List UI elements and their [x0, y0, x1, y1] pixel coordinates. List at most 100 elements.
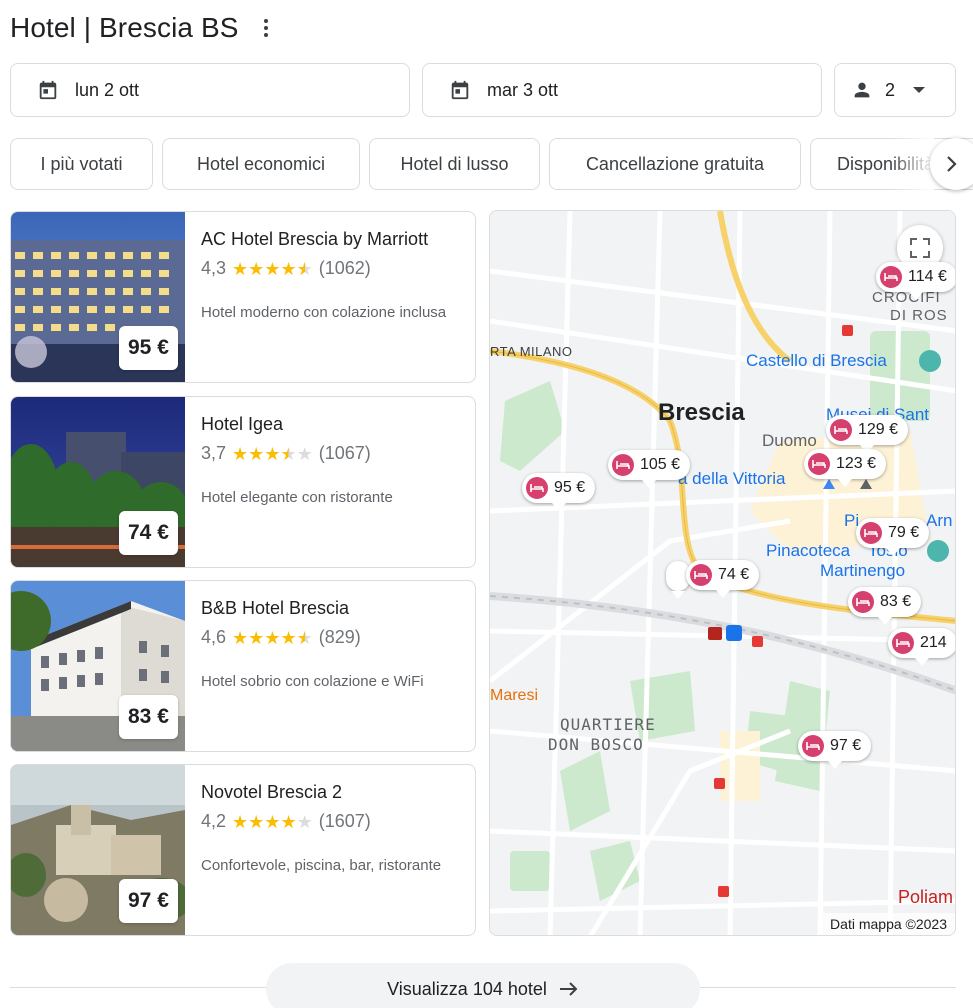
- star-full-icon: ★: [248, 443, 265, 464]
- map-price-pin[interactable]: 129 €: [826, 415, 909, 453]
- star-full-icon: ★: [280, 811, 297, 832]
- star-rating: ★ ★ ★ ★ ★: [232, 813, 313, 831]
- hotel-description: Hotel elegante con ristorante: [201, 489, 393, 506]
- rating-value: 4,6: [201, 627, 227, 647]
- calendar-icon: [39, 80, 57, 100]
- map[interactable]: RTA MILANO Castello di Brescia Brescia M…: [489, 210, 956, 936]
- star-full-icon: ★: [248, 811, 265, 832]
- page-title: Hotel | Brescia BS: [10, 12, 239, 43]
- star-empty-icon: ★: [296, 443, 313, 464]
- filter-chips: I più votati Hotel economici Hotel di lu…: [10, 138, 973, 190]
- bed-icon: [526, 477, 548, 499]
- map-price-pin[interactable]: 95 €: [522, 473, 596, 511]
- view-all-label: Visualizza 104 hotel: [387, 978, 547, 999]
- hotel-photo: 97 €: [11, 765, 185, 935]
- star-full-icon: ★: [248, 627, 265, 648]
- checkin-date-value: lun 2 ott: [75, 79, 140, 100]
- bed-icon: [892, 632, 914, 654]
- arrow-right-icon: [559, 982, 578, 996]
- map-price-pin[interactable]: 123 €: [804, 449, 887, 487]
- chevron-right-icon[interactable]: [930, 138, 973, 190]
- star-full-icon: ★: [264, 443, 281, 464]
- bed-icon: [612, 454, 634, 476]
- review-count: (1062): [318, 258, 371, 278]
- star-full-icon: ★: [232, 627, 249, 648]
- map-price-pin[interactable]: 74 €: [686, 560, 760, 598]
- hotel-card[interactable]: 74 € Hotel Igea 3,7 ★ ★ ★ ★ ★ (1067) Hotel e…: [10, 396, 476, 568]
- rating-value: 3,7: [201, 443, 227, 463]
- hotel-name: AC Hotel Brescia by Marriott: [201, 229, 429, 249]
- bed-icon: [690, 564, 712, 586]
- hotel-photo: 83 €: [11, 581, 185, 751]
- chip-top-rated[interactable]: I più votati: [10, 138, 153, 190]
- bed-icon: [852, 591, 874, 613]
- guests-count: 2: [885, 79, 896, 100]
- checkout-date-field[interactable]: mar 3 ott: [422, 63, 822, 117]
- star-half-icon: ★: [296, 258, 313, 279]
- review-count: (829): [318, 627, 361, 647]
- view-all-hotels-button[interactable]: Visualizza 104 hotel: [266, 963, 700, 1008]
- star-half-icon: ★: [296, 627, 313, 648]
- star-empty-icon: ★: [296, 811, 313, 832]
- bed-icon: [880, 266, 902, 288]
- hotel-photo: 74 €: [11, 397, 185, 567]
- guests-select[interactable]: 2: [834, 63, 956, 117]
- hotel-name: Novotel Brescia 2: [201, 782, 343, 802]
- review-count: (1607): [318, 811, 371, 831]
- star-rating: ★ ★ ★ ★ ★: [232, 445, 313, 463]
- map-attribution: Dati mappa ©2023: [822, 913, 955, 935]
- dropdown-caret-icon: [913, 87, 926, 93]
- price-badge: 74 €: [119, 511, 178, 555]
- rating-row: 4,2 ★ ★ ★ ★ ★ (1607): [201, 811, 465, 832]
- review-count: (1067): [318, 443, 371, 463]
- star-full-icon: ★: [232, 443, 249, 464]
- hotel-card[interactable]: 97 € Novotel Brescia 2 4,2 ★ ★ ★ ★ ★ (1607) …: [10, 764, 476, 936]
- price-badge: 83 €: [119, 695, 178, 739]
- rating-row: 4,6 ★ ★ ★ ★ ★ (829): [201, 627, 465, 648]
- star-rating: ★ ★ ★ ★ ★: [232, 629, 313, 647]
- rating-row: 4,3 ★ ★ ★ ★ ★ (1062): [201, 258, 465, 279]
- star-full-icon: ★: [280, 627, 297, 648]
- hotel-photo: 95 €: [11, 212, 185, 382]
- map-price-pin[interactable]: 105 €: [608, 450, 691, 488]
- chip-budget-hotels[interactable]: Hotel economici: [162, 138, 360, 190]
- hotel-description: Hotel moderno con colazione inclusa: [201, 304, 447, 321]
- star-full-icon: ★: [280, 258, 297, 279]
- map-price-pin[interactable]: 79 €: [856, 518, 930, 556]
- star-rating: ★ ★ ★ ★ ★: [232, 260, 313, 278]
- price-badge: 97 €: [119, 879, 178, 923]
- person-icon: [854, 82, 870, 98]
- star-full-icon: ★: [232, 258, 249, 279]
- bed-icon: [830, 419, 852, 441]
- hotel-name: B&B Hotel Brescia: [201, 598, 350, 618]
- hotel-name: Hotel Igea: [201, 414, 284, 434]
- chip-free-cancellation[interactable]: Cancellazione gratuita: [549, 138, 801, 190]
- bed-icon: [860, 522, 882, 544]
- checkout-date-value: mar 3 ott: [487, 79, 559, 100]
- hotel-card[interactable]: 83 € B&B Hotel Brescia 4,6 ★ ★ ★ ★ ★ (829) H…: [10, 580, 476, 752]
- bed-icon: [808, 453, 830, 475]
- rating-value: 4,3: [201, 258, 227, 278]
- star-full-icon: ★: [264, 258, 281, 279]
- hotel-card[interactable]: 95 € AC Hotel Brescia by Marriott 4,3 ★ ★…: [10, 211, 476, 383]
- star-full-icon: ★: [264, 811, 281, 832]
- checkin-date-field[interactable]: lun 2 ott: [10, 63, 410, 117]
- more-vert-icon[interactable]: [261, 16, 271, 40]
- rating-value: 4,2: [201, 811, 227, 831]
- star-half-icon: ★: [280, 443, 297, 464]
- price-badge: 95 €: [119, 326, 178, 370]
- hotel-description: Hotel sobrio con colazione e WiFi: [201, 673, 424, 690]
- calendar-icon: [451, 80, 469, 100]
- bed-icon: [802, 735, 824, 757]
- chip-luxury-hotels[interactable]: Hotel di lusso: [369, 138, 540, 190]
- star-full-icon: ★: [232, 811, 249, 832]
- header: Hotel | Brescia BS: [10, 10, 271, 46]
- rating-row: 3,7 ★ ★ ★ ★ ★ (1067): [201, 443, 465, 464]
- map-price-pin[interactable]: 114 €: [876, 262, 955, 300]
- map-price-pin[interactable]: 214: [888, 628, 955, 666]
- star-full-icon: ★: [264, 627, 281, 648]
- map-price-pin[interactable]: 97 €: [798, 731, 872, 769]
- star-full-icon: ★: [248, 258, 265, 279]
- hotel-description: Confortevole, piscina, bar, ristorante: [201, 857, 442, 874]
- map-price-pin[interactable]: 83 €: [848, 587, 922, 625]
